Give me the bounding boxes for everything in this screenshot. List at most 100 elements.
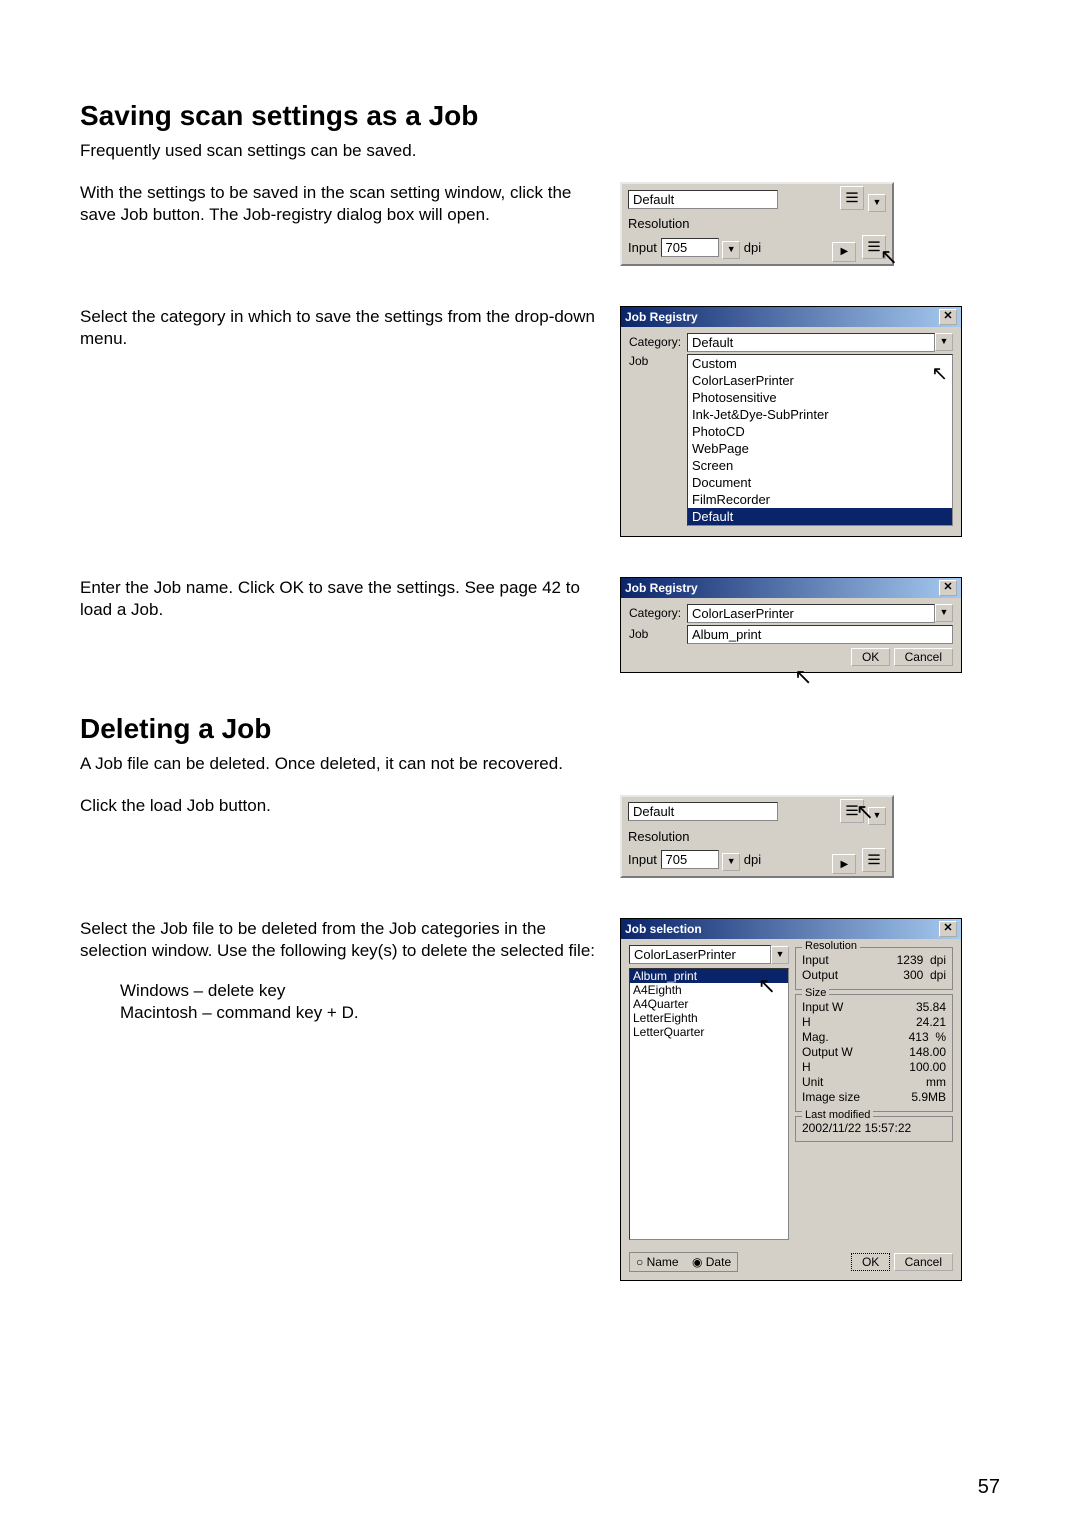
mag-label: Mag.: [802, 1030, 829, 1044]
list-item[interactable]: ColorLaserPrinter: [688, 372, 952, 389]
category-label: Category:: [629, 606, 687, 620]
arrow-right-icon[interactable]: ▶: [832, 242, 856, 262]
job-list[interactable]: Album_print A4Eighth A4Quarter LetterEig…: [629, 968, 789, 1240]
dropdown-icon[interactable]: ▼: [868, 194, 886, 212]
h-label: H: [802, 1060, 811, 1074]
ok-button[interactable]: OK: [851, 648, 890, 666]
scan-default-field: Default: [628, 802, 778, 821]
load-job-icon[interactable]: [840, 799, 864, 823]
job-name-input[interactable]: Album_print: [687, 625, 953, 644]
imgsize-val: 5.9MB: [911, 1090, 946, 1104]
resolution-label: Resolution: [628, 829, 689, 844]
dialog-title: Job Registry: [625, 581, 698, 595]
heading-saving-job: Saving scan settings as a Job: [80, 100, 1000, 132]
unit-label: Unit: [802, 1075, 823, 1089]
cancel-button[interactable]: Cancel: [894, 648, 953, 666]
group-label: Resolution: [802, 940, 860, 952]
res-output-label: Output: [802, 968, 838, 982]
job-registry-dialog-named: Job Registry ✕ Category: ColorLaserPrint…: [620, 577, 962, 673]
sort-date-radio[interactable]: ◉ Date: [692, 1255, 731, 1269]
cursor-icon: ↖: [794, 664, 812, 690]
list-item[interactable]: A4Quarter: [630, 997, 788, 1011]
intro-saving-job: Frequently used scan settings can be sav…: [80, 140, 1000, 162]
group-label: Size: [802, 987, 829, 999]
sort-name-radio[interactable]: ○ Name: [636, 1255, 679, 1269]
list-item[interactable]: Ink-Jet&Dye-SubPrinter: [688, 406, 952, 423]
res-input-label: Input: [802, 953, 829, 967]
h1-val: 24.21: [916, 1015, 946, 1029]
step1-text: With the settings to be saved in the sca…: [80, 182, 620, 226]
list-item[interactable]: Photosensitive: [688, 389, 952, 406]
outputw-label: Output W: [802, 1045, 853, 1059]
scan-default-field: Default: [628, 190, 778, 209]
outputw-val: 148.00: [909, 1045, 946, 1059]
list-item[interactable]: LetterQuarter: [630, 1025, 788, 1039]
dialog-title: Job Registry: [625, 310, 698, 324]
inputw-val: 35.84: [916, 1000, 946, 1014]
group-label: Last modified: [802, 1109, 873, 1121]
dpi-unit: dpi: [744, 240, 761, 255]
dpi-unit: dpi: [744, 852, 761, 867]
step2-delete-text: Select the Job file to be deleted from t…: [80, 918, 600, 962]
mag-unit: %: [935, 1030, 946, 1044]
unit-val: mm: [926, 1075, 946, 1089]
arrow-right-icon[interactable]: ▶: [832, 854, 856, 874]
ok-button[interactable]: OK: [851, 1253, 890, 1271]
resolution-label: Resolution: [628, 216, 689, 231]
page-number: 57: [978, 1476, 1000, 1499]
dpi-unit: dpi: [930, 968, 946, 982]
delete-key-mac: Macintosh – command key + D.: [120, 1002, 600, 1024]
category-select[interactable]: Default: [687, 333, 935, 352]
list-item[interactable]: Document: [688, 474, 952, 491]
delete-key-windows: Windows – delete key: [120, 980, 600, 1002]
step1-delete-text: Click the load Job button.: [80, 795, 620, 817]
mag-val: 413: [909, 1030, 929, 1044]
input-value[interactable]: 705: [661, 850, 719, 869]
chevron-down-icon[interactable]: ▼: [771, 946, 789, 964]
step3-text: Enter the Job name. Click OK to save the…: [80, 577, 620, 621]
list-item[interactable]: A4Eighth: [630, 983, 788, 997]
input-value[interactable]: 705: [661, 238, 719, 257]
input-label: Input: [628, 240, 657, 255]
dpi-unit: dpi: [930, 953, 946, 967]
list-item[interactable]: Custom: [688, 355, 952, 372]
category-label: Category:: [629, 335, 687, 349]
h2-val: 100.00: [909, 1060, 946, 1074]
category-select-value[interactable]: ColorLaserPrinter: [629, 945, 771, 964]
h-label: H: [802, 1015, 811, 1029]
load-job-icon[interactable]: [840, 186, 864, 210]
dropdown-icon[interactable]: ▼: [722, 241, 740, 259]
job-label: Job: [629, 354, 687, 368]
list-item[interactable]: LetterEighth: [630, 1011, 788, 1025]
list-item[interactable]: Default: [688, 508, 952, 525]
res-input-val: 1239: [897, 953, 924, 967]
save-job-icon[interactable]: [862, 235, 886, 259]
res-output-val: 300: [903, 968, 923, 982]
list-item[interactable]: Album_print: [630, 969, 788, 983]
chevron-down-icon[interactable]: ▼: [935, 604, 953, 622]
dropdown-icon[interactable]: ▼: [868, 807, 886, 825]
close-icon[interactable]: ✕: [939, 580, 957, 596]
list-item[interactable]: FilmRecorder: [688, 491, 952, 508]
job-selection-dialog: Job selection ✕ ColorLaserPrinter ▼ Albu…: [620, 918, 962, 1281]
lastmod-val: 2002/11/22 15:57:22: [802, 1121, 946, 1135]
dropdown-icon[interactable]: ▼: [722, 853, 740, 871]
job-label: Job: [629, 627, 687, 641]
heading-deleting-job: Deleting a Job: [80, 713, 1000, 745]
job-registry-dialog-open: Job Registry ✕ Category: Default ▼ Job C…: [620, 306, 962, 537]
cancel-button[interactable]: Cancel: [894, 1253, 953, 1271]
dialog-title: Job selection: [625, 922, 702, 936]
input-label: Input: [628, 852, 657, 867]
close-icon[interactable]: ✕: [939, 921, 957, 937]
intro-deleting-job: A Job file can be deleted. Once deleted,…: [80, 753, 1000, 775]
list-item[interactable]: WebPage: [688, 440, 952, 457]
category-select-value[interactable]: ColorLaserPrinter: [687, 604, 935, 623]
list-item[interactable]: PhotoCD: [688, 423, 952, 440]
list-item[interactable]: Screen: [688, 457, 952, 474]
save-job-icon[interactable]: [862, 848, 886, 872]
step2-text: Select the category in which to save the…: [80, 306, 620, 350]
imgsize-label: Image size: [802, 1090, 860, 1104]
chevron-down-icon[interactable]: ▼: [935, 333, 953, 351]
inputw-label: Input W: [802, 1000, 843, 1014]
close-icon[interactable]: ✕: [939, 309, 957, 325]
